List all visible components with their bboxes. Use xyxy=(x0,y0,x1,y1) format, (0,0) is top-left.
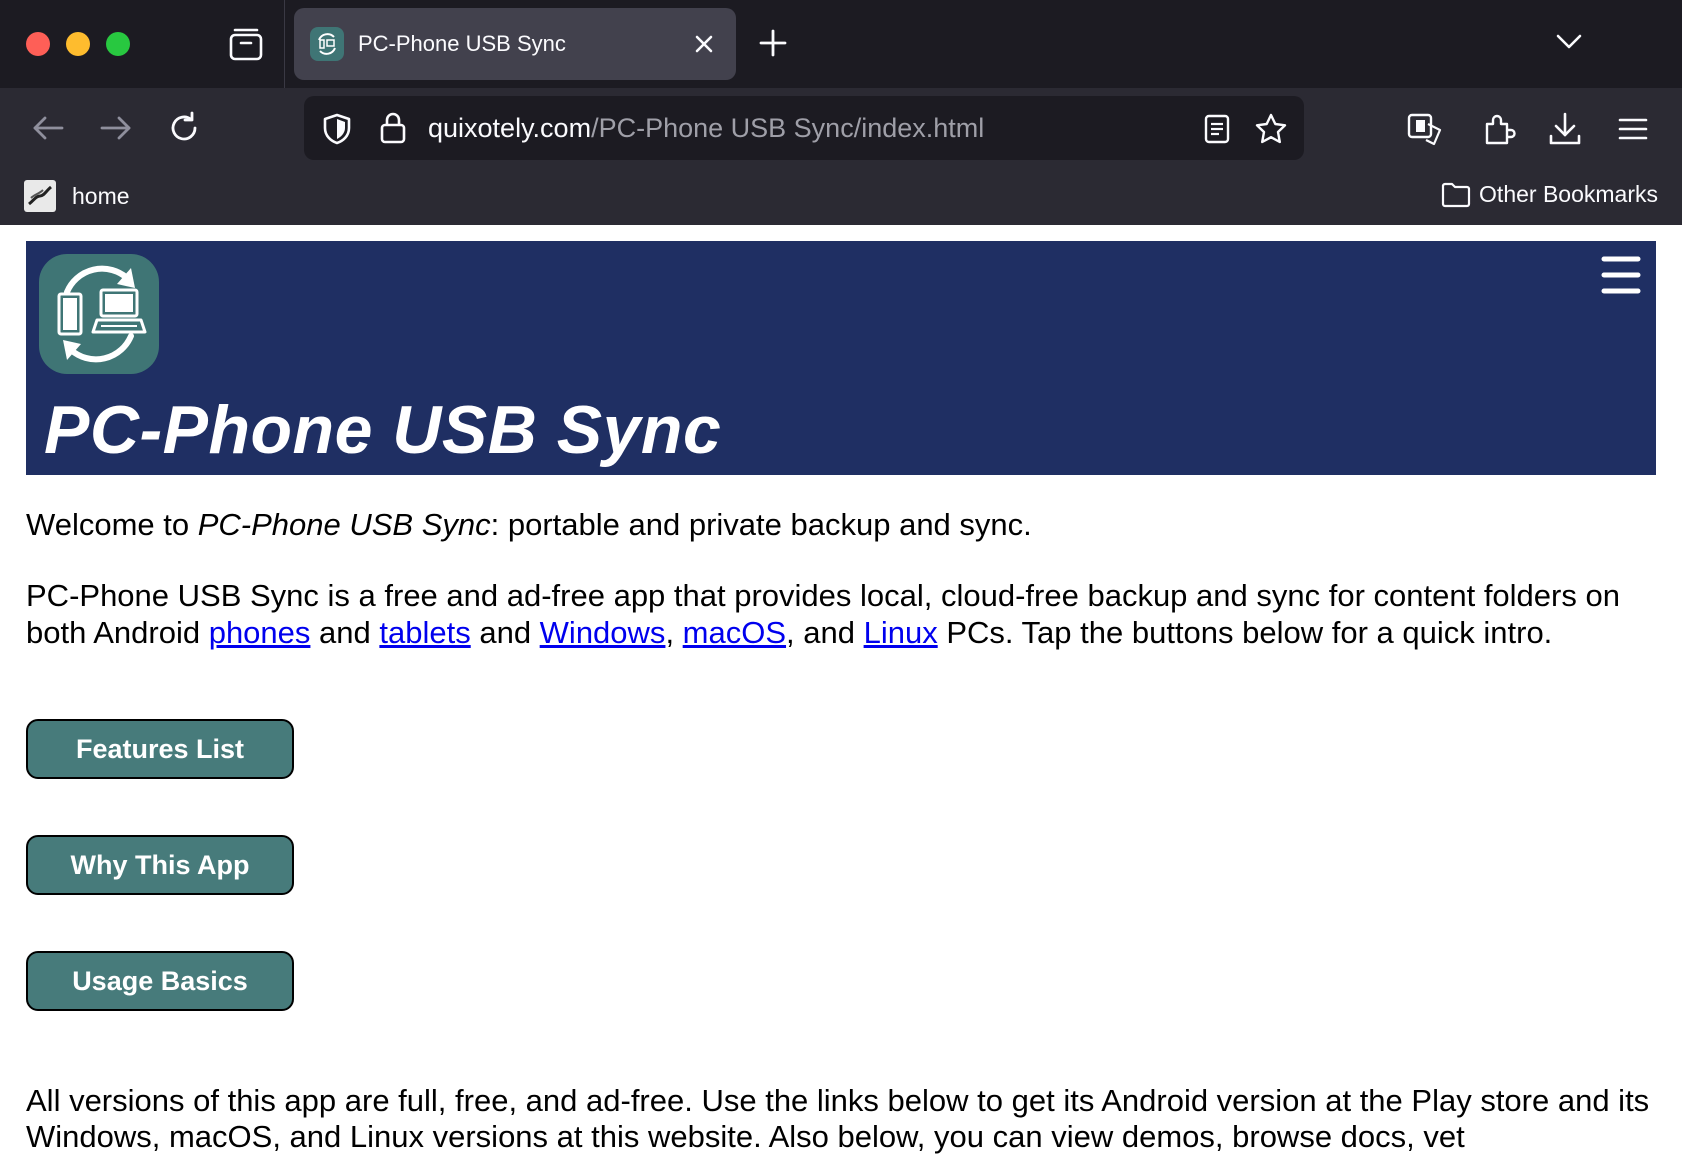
tab-bar: PC-Phone USB Sync xyxy=(0,0,1682,88)
browser-chrome: PC-Phone USB Sync quixotely.com/PC-Phone… xyxy=(0,0,1682,225)
other-bookmarks-label: Other Bookmarks xyxy=(1479,181,1658,207)
maximize-window-button[interactable] xyxy=(106,32,130,56)
link-macos[interactable]: macOS xyxy=(683,615,786,650)
app-logo[interactable] xyxy=(39,254,159,374)
url-domain: quixotely.com xyxy=(428,113,592,143)
sync-devices-icon xyxy=(57,265,147,363)
bookmark-star-icon[interactable] xyxy=(1254,112,1288,146)
app-menu-hamburger-icon[interactable] xyxy=(1614,110,1652,148)
link-tablets[interactable]: tablets xyxy=(379,615,470,650)
active-tab[interactable]: PC-Phone USB Sync xyxy=(294,8,736,80)
bookmark-home[interactable]: home xyxy=(24,180,130,212)
intro-comma-2: , and xyxy=(786,615,864,650)
versions-paragraph: All versions of this app are full, free,… xyxy=(26,1083,1650,1154)
close-tab-icon[interactable] xyxy=(690,30,718,58)
site-menu-hamburger-icon[interactable] xyxy=(1600,253,1642,297)
bookmarks-toolbar: home Other Bookmarks xyxy=(0,170,1682,225)
tab-overview-icon[interactable] xyxy=(228,26,264,62)
navigation-toolbar: quixotely.com/PC-Phone USB Sync/index.ht… xyxy=(0,88,1682,170)
forward-arrow-icon[interactable] xyxy=(98,110,134,146)
tracking-protection-shield-icon[interactable] xyxy=(320,112,354,146)
intro-and-1: and xyxy=(310,615,380,650)
intro-paragraph: PC-Phone USB Sync is a free and ad-free … xyxy=(26,577,1666,651)
welcome-prefix: Welcome to xyxy=(26,507,198,542)
bookmark-home-label: home xyxy=(72,182,130,209)
link-linux[interactable]: Linux xyxy=(864,615,938,650)
intro-and-2: and xyxy=(470,615,540,650)
window-controls xyxy=(26,32,130,56)
tab-separator xyxy=(284,0,285,88)
reload-icon[interactable] xyxy=(166,110,202,146)
welcome-suffix: : portable and private backup and sync. xyxy=(490,507,1032,542)
url-text[interactable]: quixotely.com/PC-Phone USB Sync/index.ht… xyxy=(428,113,984,144)
reader-view-icon[interactable] xyxy=(1202,113,1232,145)
close-window-button[interactable] xyxy=(26,32,50,56)
folder-icon xyxy=(1441,182,1471,207)
page-content: PC-Phone USB Sync Welcome to PC-Phone US… xyxy=(0,225,1682,1155)
extensions-puzzle-icon[interactable] xyxy=(1480,110,1518,148)
other-bookmarks[interactable]: Other Bookmarks xyxy=(1441,181,1658,208)
address-bar[interactable]: quixotely.com/PC-Phone USB Sync/index.ht… xyxy=(304,96,1304,160)
why-this-app-button[interactable]: Why This App xyxy=(26,835,294,895)
features-list-button[interactable]: Features List xyxy=(26,719,294,779)
welcome-app-name: PC-Phone USB Sync xyxy=(197,507,491,542)
site-banner: PC-Phone USB Sync xyxy=(26,241,1656,475)
translate-icon[interactable] xyxy=(1406,110,1444,148)
usage-basics-button[interactable]: Usage Basics xyxy=(26,951,294,1011)
tab-favicon-icon xyxy=(310,27,344,61)
tab-title: PC-Phone USB Sync xyxy=(358,31,566,56)
link-phones[interactable]: phones xyxy=(209,615,311,650)
downloads-icon[interactable] xyxy=(1546,110,1584,148)
lock-icon[interactable] xyxy=(378,111,408,145)
url-path: /PC-Phone USB Sync/index.html xyxy=(591,113,985,143)
intro-text-2: PCs. Tap the buttons below for a quick i… xyxy=(937,615,1553,650)
tab-list-chevron-down-icon[interactable] xyxy=(1554,30,1584,54)
back-arrow-icon[interactable] xyxy=(30,110,66,146)
intro-comma-1: , xyxy=(665,615,683,650)
new-tab-plus-icon[interactable] xyxy=(758,28,788,58)
banner-title: PC-Phone USB Sync xyxy=(44,392,722,468)
home-favicon-icon xyxy=(24,180,56,212)
minimize-window-button[interactable] xyxy=(66,32,90,56)
welcome-text: Welcome to PC-Phone USB Sync: portable a… xyxy=(26,507,1656,543)
link-windows[interactable]: Windows xyxy=(540,615,666,650)
